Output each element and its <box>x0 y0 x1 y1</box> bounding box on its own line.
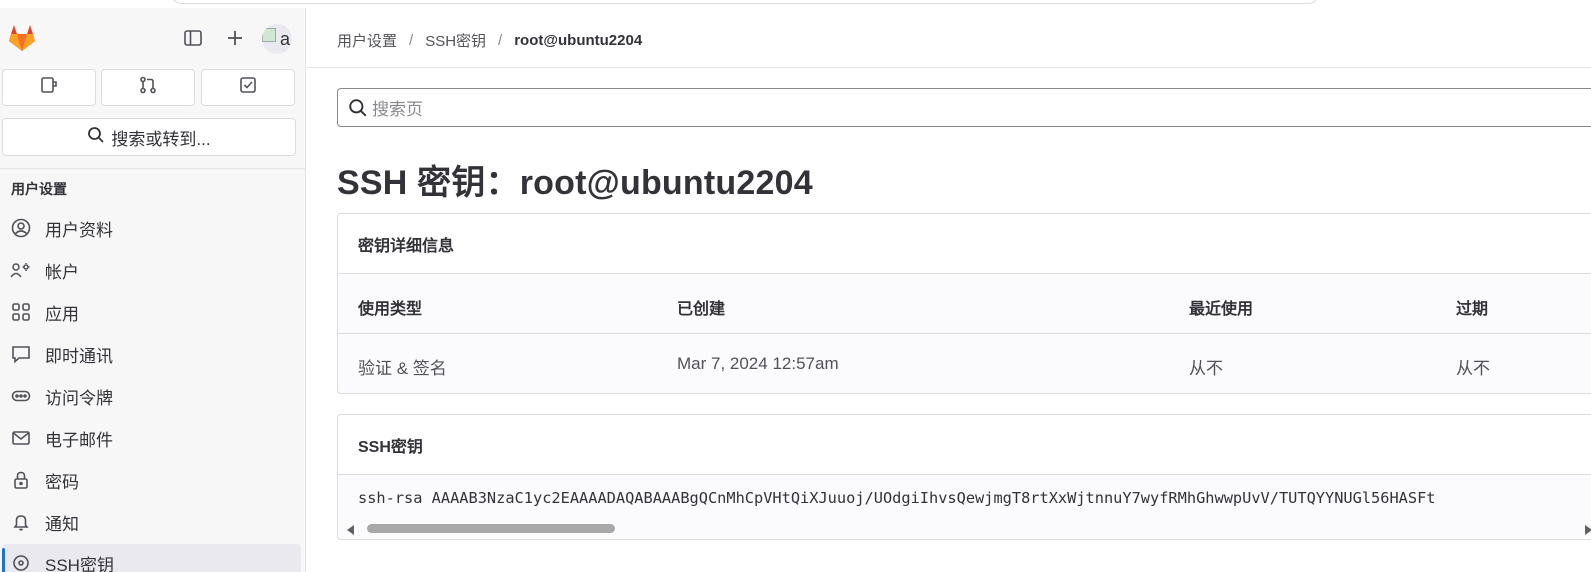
expires-value: 从不 <box>1456 359 1490 378</box>
breadcrumb-user-settings[interactable]: 用户设置 <box>337 30 397 51</box>
issues-icon <box>40 76 58 99</box>
ssh-key-text[interactable]: ssh-rsa AAAAB3NzaC1yc2EAAAADAQABAAABgQCn… <box>358 489 1436 507</box>
sidebar-item-label: SSH密钥 <box>45 555 114 572</box>
gitlab-tanuki-icon[interactable] <box>6 22 38 54</box>
column-header-usage-type: 使用类型 <box>358 301 423 318</box>
bell-icon <box>10 511 32 533</box>
broken-image-icon <box>262 28 276 42</box>
sidebar-item-applications[interactable]: 应用 <box>2 293 301 331</box>
created-value: Mar 7, 2024 12:57am <box>677 354 839 373</box>
column-header-expires: 过期 <box>1456 301 1489 318</box>
address-bar-edge <box>170 0 1320 4</box>
page-title: SSH 密钥：root@ubuntu2204 <box>337 164 813 202</box>
sidebar-item-label: 密码 <box>45 472 79 492</box>
page-search-input[interactable]: 搜索页 <box>337 88 1591 127</box>
sidebar-item-ssh-keys[interactable]: SSH密钥 <box>2 544 301 572</box>
sidebar-item-label: 应用 <box>45 304 79 324</box>
merge-requests-icon <box>139 76 157 99</box>
sidebar-toggle-icon[interactable] <box>181 26 205 50</box>
ssh-key-body: ssh-rsa AAAAB3NzaC1yc2EAAAADAQABAAABgQCn… <box>338 475 1591 537</box>
sidebar-item-chat[interactable]: 即时通讯 <box>2 335 301 373</box>
usage-type-value: 验证 & 签名 <box>358 359 447 378</box>
avatar-alt-text: a <box>280 29 291 49</box>
last-used-value: 从不 <box>1189 359 1223 378</box>
sidebar-item-emails[interactable]: 电子邮件 <box>2 419 301 457</box>
browser-strip <box>0 0 1591 8</box>
search-or-goto-button[interactable]: 搜索或转到... <box>2 118 296 156</box>
table-header-row: 使用类型 已创建 最近使用 过期 <box>338 274 1591 334</box>
sidebar-item-label: 帐户 <box>45 262 79 282</box>
issues-button[interactable] <box>2 69 96 106</box>
chat-icon <box>10 343 32 365</box>
scrollbar-thumb[interactable] <box>367 524 615 533</box>
key-details-card: 密钥详细信息 使用类型 已创建 最近使用 过期 验证 & 签名 Mar 7, 2… <box>337 213 1591 394</box>
breadcrumb-current[interactable]: root@ubuntu2204 <box>514 32 642 49</box>
page-search-placeholder: 搜索页 <box>372 100 423 119</box>
sidebar-divider <box>0 168 305 169</box>
mail-icon <box>10 427 32 449</box>
sidebar-item-notifications[interactable]: 通知 <box>2 503 301 541</box>
ssh-key-card-title: SSH密钥 <box>338 415 1591 475</box>
sidebar-section-title: 用户设置 <box>11 181 67 197</box>
sidebar-item-password[interactable]: 密码 <box>2 461 301 499</box>
sidebar: a 搜索或转到... 用户设置 用户资料 帐户 应用 即时通讯 访问令牌 电子邮… <box>0 8 306 572</box>
header-divider <box>307 67 1591 68</box>
breadcrumb: 用户设置 / SSH密钥 / root@ubuntu2204 <box>337 30 642 51</box>
sidebar-item-label: 通知 <box>45 514 79 534</box>
breadcrumb-separator: / <box>498 32 503 49</box>
applications-icon <box>10 301 32 323</box>
account-gear-icon <box>10 259 32 281</box>
breadcrumb-separator: / <box>409 32 414 49</box>
key-icon <box>10 552 32 572</box>
sidebar-item-label: 电子邮件 <box>45 430 113 450</box>
merge-requests-button[interactable] <box>101 69 195 106</box>
sidebar-item-profile[interactable]: 用户资料 <box>2 209 301 247</box>
avatar[interactable]: a <box>262 24 292 54</box>
sidebar-item-access-tokens[interactable]: 访问令牌 <box>2 377 301 415</box>
sidebar-item-label: 访问令牌 <box>45 388 113 408</box>
horizontal-scrollbar[interactable] <box>338 521 1591 537</box>
column-header-last-used: 最近使用 <box>1189 301 1254 318</box>
sidebar-item-label: 即时通讯 <box>45 346 113 366</box>
search-icon <box>87 126 105 149</box>
column-header-created: 已创建 <box>677 301 726 318</box>
scroll-right-arrow-icon[interactable] <box>1585 525 1591 535</box>
key-details-card-title: 密钥详细信息 <box>338 214 1591 274</box>
plus-icon[interactable] <box>223 26 247 50</box>
main-content: 用户设置 / SSH密钥 / root@ubuntu2204 搜索页 SSH 密… <box>307 8 1591 572</box>
search-icon <box>348 98 368 118</box>
lock-icon <box>10 469 32 491</box>
search-or-goto-label: 搜索或转到... <box>111 129 211 149</box>
scroll-left-arrow-icon[interactable] <box>347 525 354 535</box>
ssh-key-card: SSH密钥 ssh-rsa AAAAB3NzaC1yc2EAAAADAQABAA… <box>337 414 1591 540</box>
key-details-table: 使用类型 已创建 最近使用 过期 验证 & 签名 Mar 7, 2024 12:… <box>338 274 1591 393</box>
table-row: 验证 & 签名 Mar 7, 2024 12:57am 从不 从不 <box>338 334 1591 393</box>
sidebar-item-account[interactable]: 帐户 <box>2 251 301 289</box>
user-circle-icon <box>10 217 32 239</box>
sidebar-item-label: 用户资料 <box>45 220 113 240</box>
token-icon <box>10 385 32 407</box>
breadcrumb-ssh-keys[interactable]: SSH密钥 <box>425 30 486 51</box>
todo-button[interactable] <box>201 69 295 106</box>
todo-icon <box>239 76 257 99</box>
